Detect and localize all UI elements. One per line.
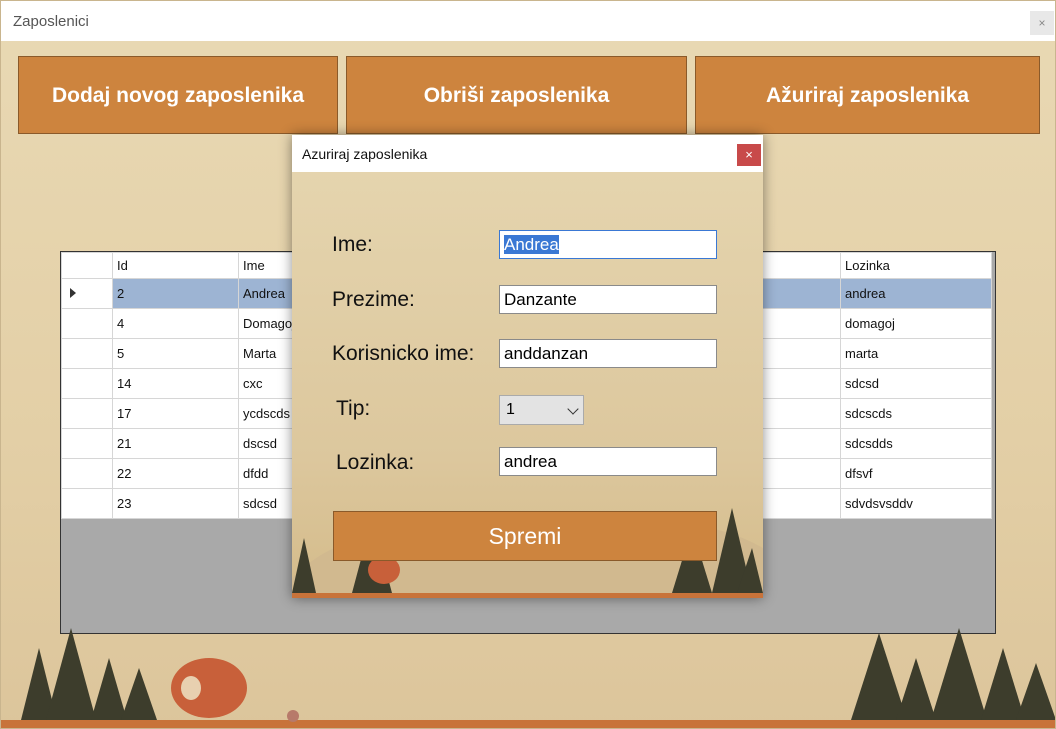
cell-id[interactable]: 14 (112, 368, 239, 399)
korisnicko-ime-field[interactable]: anddanzan (499, 339, 717, 368)
delete-employee-button[interactable]: Obriši zaposlenika (346, 56, 687, 134)
row-header-cell[interactable] (61, 428, 113, 459)
cell-lozinka[interactable]: andrea (840, 278, 992, 309)
row-header-cell[interactable] (61, 278, 113, 309)
save-button[interactable]: Spremi (333, 511, 717, 561)
ime-label: Ime: (332, 233, 373, 256)
update-employee-button[interactable]: Ažuriraj zaposlenika (695, 56, 1040, 134)
chevron-down-icon (567, 403, 579, 415)
ime-field[interactable]: Andrea (499, 230, 717, 259)
cell-id[interactable]: 5 (112, 338, 239, 369)
main-title-bar: Zaposlenici × (1, 1, 1055, 41)
cell-id[interactable]: 21 (112, 428, 239, 459)
cell-lozinka[interactable]: sdcsdds (840, 428, 992, 459)
cell-id[interactable]: 4 (112, 308, 239, 339)
cell-id[interactable]: 22 (112, 458, 239, 489)
ime-field-value: Andrea (504, 235, 559, 254)
current-row-arrow-icon (70, 288, 76, 298)
cell-lozinka[interactable]: domagoj (840, 308, 992, 339)
row-header-cell[interactable] (61, 458, 113, 489)
lozinka-label: Lozinka: (336, 451, 415, 474)
cell-lozinka[interactable]: marta (840, 338, 992, 369)
row-header-cell[interactable] (61, 308, 113, 339)
grid-corner-cell (61, 252, 113, 279)
cell-lozinka[interactable]: dfsvf (840, 458, 992, 489)
prezime-label: Prezime: (332, 288, 415, 311)
cell-id[interactable]: 17 (112, 398, 239, 429)
row-header-cell[interactable] (61, 368, 113, 399)
row-header-cell[interactable] (61, 398, 113, 429)
add-employee-button[interactable]: Dodaj novog zaposlenika (18, 56, 338, 134)
cell-lozinka[interactable]: sdcscds (840, 398, 992, 429)
column-header-id[interactable]: Id (112, 252, 239, 279)
window-title: Zaposlenici (13, 13, 89, 30)
tip-select-value: 1 (506, 401, 515, 418)
animal-icon (287, 710, 299, 722)
dialog-title-bar: Azuriraj zaposlenika × (292, 135, 763, 172)
cell-id[interactable]: 23 (112, 488, 239, 519)
column-header-lozinka[interactable]: Lozinka (840, 252, 992, 279)
dialog-close-button[interactable]: × (737, 144, 761, 166)
korisnicko-ime-label: Korisnicko ime: (332, 342, 475, 365)
background-scenery (1, 628, 1055, 728)
dialog-title: Azuriraj zaposlenika (302, 146, 428, 162)
main-close-button[interactable]: × (1030, 11, 1054, 35)
cell-id[interactable]: 2 (112, 278, 239, 309)
row-header-cell[interactable] (61, 488, 113, 519)
lozinka-field[interactable]: andrea (499, 447, 717, 476)
cell-lozinka[interactable]: sdvdsvsddv (840, 488, 992, 519)
tip-select[interactable]: 1 (499, 395, 584, 425)
update-employee-dialog: Azuriraj zaposlenika × Ime: Andrea Prezi… (292, 135, 763, 598)
prezime-field[interactable]: Danzante (499, 285, 717, 314)
cell-lozinka[interactable]: sdcsd (840, 368, 992, 399)
row-header-cell[interactable] (61, 338, 113, 369)
tip-label: Tip: (336, 397, 371, 420)
